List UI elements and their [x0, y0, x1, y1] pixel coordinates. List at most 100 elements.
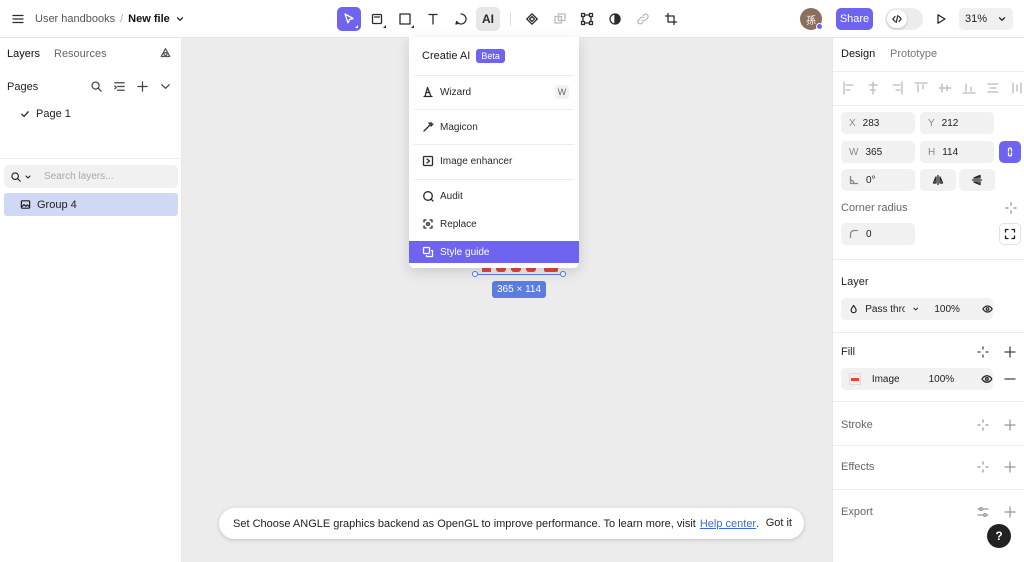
add-fill-icon[interactable] — [1003, 345, 1017, 359]
pages-title: Pages — [7, 81, 39, 93]
chevron-down-icon[interactable] — [175, 14, 185, 24]
toast-suffix: . — [756, 517, 760, 530]
corner-radius-title: Corner radius — [841, 202, 908, 214]
position-y-field[interactable]: Y 212 — [920, 112, 994, 134]
breadcrumb-project[interactable]: User handbooks — [35, 13, 115, 25]
add-stroke-icon[interactable] — [1003, 418, 1017, 432]
move-tool-button[interactable] — [337, 7, 361, 31]
menu-item-label: Image enhancer — [440, 155, 513, 167]
menu-item-image-enhancer[interactable]: Image enhancer — [409, 150, 579, 172]
stroke-styles-icon[interactable] — [976, 418, 990, 432]
fill-styles-icon[interactable] — [976, 345, 990, 359]
search-layers-input[interactable] — [44, 171, 164, 182]
blend-mode-dropdown[interactable]: Pass thro 100% — [841, 298, 993, 320]
align-right-icon[interactable] — [889, 80, 905, 96]
corner-radius-value: 0 — [866, 228, 872, 240]
eye-icon[interactable] — [982, 303, 993, 315]
sort-pages-icon[interactable] — [113, 80, 126, 93]
align-left-icon[interactable] — [841, 80, 857, 96]
tab-design[interactable]: Design — [841, 48, 875, 60]
fill-type-value: Image — [871, 373, 900, 385]
menu-item-magicon[interactable]: Magicon — [409, 116, 579, 138]
tab-prototype[interactable]: Prototype — [890, 48, 937, 60]
replace-icon — [423, 219, 433, 229]
layer-search[interactable] — [4, 165, 178, 188]
fill-opacity-value[interactable]: 100% — [929, 374, 955, 385]
component-button[interactable] — [520, 7, 544, 31]
menu-item-replace[interactable]: Replace — [409, 213, 579, 235]
play-icon[interactable] — [932, 10, 950, 28]
add-export-icon[interactable] — [1003, 505, 1017, 519]
page-item-page-1[interactable]: Page 1 — [20, 108, 71, 120]
resize-handle-bottom-left[interactable] — [472, 271, 478, 277]
eye-icon[interactable] — [981, 373, 993, 385]
flip-vertical-button[interactable] — [959, 169, 995, 191]
align-center-v-icon[interactable] — [937, 80, 953, 96]
text-icon — [428, 13, 438, 25]
position-x-field[interactable]: X 283 — [841, 112, 915, 134]
menu-divider — [414, 75, 574, 76]
chevron-down-icon[interactable] — [159, 80, 172, 93]
breadcrumb-separator: / — [120, 13, 124, 25]
export-settings-icon[interactable] — [976, 505, 990, 519]
link-ratio-icon — [1007, 147, 1013, 157]
align-top-icon[interactable] — [913, 80, 929, 96]
comment-tool-button[interactable] — [449, 7, 473, 31]
flip-horizontal-icon — [932, 174, 944, 186]
frame-tool-button[interactable] — [365, 7, 389, 31]
effect-styles-icon[interactable] — [976, 460, 990, 474]
image-fill-thumbnail[interactable] — [849, 373, 861, 385]
resize-handle-bottom-right[interactable] — [560, 271, 566, 277]
boolean-button[interactable] — [548, 7, 572, 31]
search-icon[interactable] — [90, 80, 103, 93]
align-center-h-icon[interactable] — [865, 80, 881, 96]
help-button[interactable]: ? — [987, 524, 1011, 548]
layer-item-group-4[interactable]: Group 4 — [4, 193, 178, 216]
distribute-horizontal-icon[interactable] — [985, 80, 1001, 96]
height-field[interactable]: H 114 — [920, 141, 994, 163]
got-it-button[interactable]: Got it — [766, 517, 792, 529]
image-layer-icon — [20, 200, 31, 209]
independent-corners-icon[interactable] — [1004, 201, 1018, 215]
width-field[interactable]: W 365 — [841, 141, 915, 163]
text-tool-button[interactable] — [421, 7, 445, 31]
distribute-vertical-icon[interactable] — [1009, 80, 1024, 96]
menu-item-style-guide[interactable]: Style guide — [409, 241, 579, 263]
code-icon[interactable] — [887, 10, 907, 28]
rotation-field[interactable]: 0° — [841, 169, 915, 191]
rectangle-tool-button[interactable] — [393, 7, 417, 31]
remove-fill-icon[interactable] — [1003, 372, 1017, 386]
menu-item-audit[interactable]: Audit — [409, 185, 579, 207]
zoom-dropdown[interactable]: 31% — [959, 8, 1013, 30]
flip-horizontal-button[interactable] — [920, 169, 956, 191]
expand-icon — [1004, 228, 1016, 240]
add-page-icon[interactable] — [136, 80, 149, 93]
mask-button[interactable] — [603, 7, 627, 31]
align-bottom-icon[interactable] — [961, 80, 977, 96]
crop-icon — [664, 12, 678, 26]
constrain-proportions-button[interactable] — [999, 141, 1021, 163]
plugins-icon[interactable] — [159, 47, 172, 60]
ai-tool-button[interactable]: AI — [476, 7, 500, 31]
chevron-down-icon[interactable] — [24, 173, 32, 181]
corner-radius-field[interactable]: 0 — [841, 223, 915, 245]
file-name[interactable]: New file — [128, 13, 170, 25]
path-edit-button[interactable] — [575, 7, 599, 31]
layer-opacity-value[interactable]: 100% — [934, 304, 960, 315]
main-menu-button[interactable] — [9, 10, 27, 28]
page-label: Page 1 — [36, 108, 71, 120]
add-effect-icon[interactable] — [1003, 460, 1017, 474]
tab-resources[interactable]: Resources — [54, 48, 107, 60]
tab-layers[interactable]: Layers — [7, 48, 40, 60]
y-value: 212 — [941, 117, 959, 129]
link-button[interactable] — [631, 7, 655, 31]
chevron-down-icon — [913, 307, 918, 311]
expand-corners-button[interactable] — [999, 223, 1021, 245]
help-center-link[interactable]: Help center — [700, 518, 756, 530]
share-button[interactable]: Share — [836, 8, 873, 30]
comment-icon — [455, 13, 467, 25]
menu-item-wizard[interactable]: Wizard W — [409, 81, 579, 103]
fill-row[interactable]: Image 100% — [841, 368, 993, 390]
crop-button[interactable] — [659, 7, 683, 31]
breadcrumb: User handbooks / New file — [35, 13, 185, 25]
